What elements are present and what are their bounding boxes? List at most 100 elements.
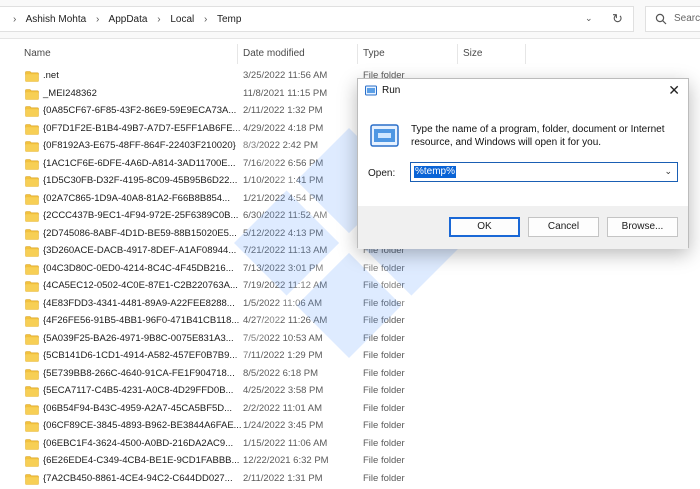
- file-name: {0F8192A3-E675-48FF-864F-22403F210020}: [43, 140, 236, 151]
- table-row[interactable]: {06B54F94-B43C-4959-A2A7-45CA5BF5D... 2/2…: [0, 401, 700, 418]
- file-name: _MEI248362: [43, 87, 97, 99]
- run-icon: [370, 124, 399, 147]
- table-row[interactable]: {6E26EDE4-C349-4CB4-BE1E-9CD1FABBB... 12/…: [0, 453, 700, 470]
- column-header-size[interactable]: Size: [463, 48, 482, 59]
- file-name: {4CA5EC12-0502-4C0E-87E1-C2B220763A...: [43, 280, 238, 291]
- file-date: 2/2/2022 11:01 AM: [243, 402, 323, 414]
- folder-icon: [25, 193, 39, 205]
- dialog-titlebar[interactable]: Run ✕: [358, 79, 688, 103]
- file-date: 1/15/2022 11:06 AM: [243, 437, 328, 449]
- breadcrumb: › Ashish Mohta › AppData › Local › Temp: [6, 14, 241, 25]
- folder-icon: [25, 158, 39, 170]
- file-type: File folder: [363, 262, 405, 274]
- file-date: 7/13/2022 3:01 PM: [243, 262, 324, 274]
- file-date: 4/29/2022 4:18 PM: [243, 122, 324, 134]
- folder-icon: [25, 333, 39, 345]
- file-name: {4E83FDD3-4341-4481-89A9-A22FEE8288...: [43, 297, 235, 309]
- file-date: 12/22/2021 6:32 PM: [243, 455, 329, 466]
- table-row[interactable]: {7A2CB450-8861-4CE4-94C2-C644DD027... 2/1…: [0, 471, 700, 488]
- file-name: {5A039F25-BA26-4971-9B8C-0075E831A3...: [43, 332, 234, 344]
- chevron-right-icon[interactable]: ›: [157, 14, 160, 25]
- column-header-name[interactable]: Name: [24, 48, 51, 59]
- folder-icon: [25, 386, 39, 397]
- table-row[interactable]: {4F26FE56-91B5-4BB1-96F0-471B41CB118... 4…: [0, 313, 700, 330]
- chevron-right-icon[interactable]: ›: [13, 14, 16, 25]
- chevron-right-icon[interactable]: ›: [96, 14, 99, 25]
- table-row[interactable]: {4CA5EC12-0502-4C0E-87E1-C2B220763A... 7/…: [0, 278, 700, 295]
- folder-icon: [25, 106, 39, 117]
- search-input[interactable]: Search: [645, 6, 700, 32]
- file-type: File folder: [363, 280, 405, 291]
- file-type: File folder: [363, 472, 405, 484]
- file-name: {6E26EDE4-C349-4CB4-BE1E-9CD1FABBB...: [43, 455, 240, 466]
- column-divider[interactable]: [357, 44, 358, 64]
- column-header-date[interactable]: Date modified: [243, 48, 305, 59]
- address-bar[interactable]: › Ashish Mohta › AppData › Local › Temp …: [0, 6, 634, 32]
- file-date: 8/3/2022 2:42 PM: [243, 140, 318, 151]
- file-name: {06CF89CE-3845-4893-B962-BE3844A6FAE...: [43, 420, 242, 431]
- file-name: {2CCC437B-9EC1-4F94-972E-25F6389C0B...: [43, 210, 239, 221]
- open-input-value[interactable]: %temp%: [414, 166, 457, 178]
- folder-icon: [25, 123, 39, 135]
- file-name: {02A7C865-1D9A-40A8-81A2-F66B8B854...: [43, 192, 230, 204]
- breadcrumb-item[interactable]: Temp: [217, 14, 241, 25]
- table-row[interactable]: {4E83FDD3-4341-4481-89A9-A22FEE8288... 1/…: [0, 296, 700, 313]
- file-type: File folder: [363, 315, 405, 326]
- refresh-icon[interactable]: ↻: [612, 11, 623, 27]
- file-date: 8/5/2022 6:18 PM: [243, 367, 318, 379]
- file-date: 4/25/2022 3:58 PM: [243, 385, 324, 396]
- file-date: 7/11/2022 1:29 PM: [243, 350, 323, 361]
- folder-icon: [25, 351, 39, 362]
- file-date: 11/8/2021 11:15 PM: [243, 87, 328, 99]
- file-date: 1/5/2022 11:06 AM: [243, 297, 323, 309]
- file-type: File folder: [363, 297, 405, 309]
- file-date: 1/21/2022 4:54 PM: [243, 192, 324, 204]
- open-combobox[interactable]: %temp% ⌄: [410, 162, 678, 182]
- run-dialog: Run ✕ Type the name of a program, folder…: [357, 78, 689, 249]
- ok-button[interactable]: OK: [449, 217, 520, 237]
- file-name: {1D5C30FB-D32F-4195-8C09-45B95B6D22...: [43, 175, 238, 186]
- file-name: {06B54F94-B43C-4959-A2A7-45CA5BF5D...: [43, 402, 233, 414]
- dialog-description: Type the name of a program, folder, docu…: [411, 124, 665, 148]
- file-name: {0F7D1F2E-B1B4-49B7-A7D7-E5FF1AB6FE...: [43, 122, 241, 134]
- cancel-button[interactable]: Cancel: [528, 217, 599, 237]
- browse-button[interactable]: Browse...: [607, 217, 678, 237]
- file-name: {5E739BB8-266C-4640-91CA-FE1F904718...: [43, 367, 235, 379]
- folder-icon: [25, 316, 39, 327]
- folder-icon: [25, 421, 39, 432]
- chevron-down-icon[interactable]: ⌄: [585, 13, 593, 24]
- table-row[interactable]: {06EBC1F4-3624-4500-A0BD-216DA2AC9... 1/1…: [0, 436, 700, 453]
- close-icon[interactable]: ✕: [668, 82, 680, 99]
- file-name: {1AC1CF6E-6DFE-4A6D-A814-3AD11700E...: [43, 157, 236, 169]
- column-divider[interactable]: [525, 44, 526, 64]
- chevron-down-icon[interactable]: ⌄: [664, 166, 672, 177]
- file-type: File folder: [363, 420, 405, 431]
- table-row[interactable]: {06CF89CE-3845-4893-B962-BE3844A6FAE... 1…: [0, 418, 700, 435]
- file-date: 1/10/2022 1:41 PM: [243, 175, 324, 186]
- folder-icon: [25, 71, 39, 82]
- breadcrumb-item[interactable]: Ashish Mohta: [26, 14, 87, 25]
- table-row[interactable]: {5A039F25-BA26-4971-9B8C-0075E831A3... 7/…: [0, 331, 700, 348]
- folder-icon: [25, 368, 39, 380]
- table-row[interactable]: {5E739BB8-266C-4640-91CA-FE1F904718... 8/…: [0, 366, 700, 383]
- folder-icon: [25, 88, 39, 100]
- breadcrumb-item[interactable]: Local: [170, 14, 194, 25]
- file-name: {2D745086-8ABF-4D1D-BE59-88B15020E5...: [43, 227, 237, 239]
- dialog-title: Run: [382, 85, 401, 96]
- column-header-type[interactable]: Type: [363, 48, 385, 59]
- folder-icon: [25, 176, 39, 187]
- table-row[interactable]: {04C3D80C-0ED0-4214-8C4C-4F45DB216... 7/1…: [0, 261, 700, 278]
- folder-icon: [25, 246, 39, 257]
- breadcrumb-item[interactable]: AppData: [109, 14, 148, 25]
- column-divider[interactable]: [457, 44, 458, 64]
- chevron-right-icon[interactable]: ›: [204, 14, 207, 25]
- folder-icon: [25, 263, 39, 275]
- table-row[interactable]: {5ECA7117-C4B5-4231-A0C8-4D29FFD0B... 4/2…: [0, 383, 700, 400]
- dialog-body: Type the name of a program, folder, docu…: [358, 103, 688, 249]
- file-type: File folder: [363, 332, 405, 344]
- table-row[interactable]: {5CB141D6-1CD1-4914-A582-457EF0B7B9... 7/…: [0, 348, 700, 365]
- file-name: {7A2CB450-8861-4CE4-94C2-C644DD027...: [43, 472, 233, 484]
- column-divider[interactable]: [237, 44, 238, 64]
- file-type: File folder: [363, 350, 405, 361]
- folder-icon: [25, 211, 39, 222]
